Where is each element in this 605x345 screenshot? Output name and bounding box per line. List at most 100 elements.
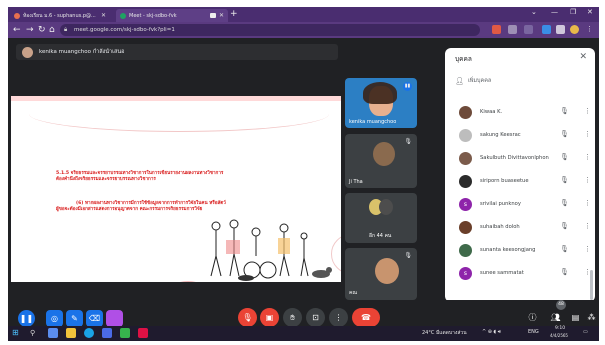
people-panel: บุคคล ✕ 👤︎ เพิ่มบุคคล Kiwaa K. 🎙︎ ⋮ saku… [445, 48, 595, 302]
tab-search-icon[interactable]: ⌄ [531, 8, 537, 16]
more-options-icon[interactable]: ⋮ [584, 222, 591, 230]
participant-hair [363, 82, 397, 104]
share-icon[interactable] [508, 25, 517, 34]
home-icon[interactable]: ⌂ [49, 24, 55, 36]
more-options-icon[interactable]: ⋮ [584, 176, 591, 184]
present-button[interactable]: ⊡ [306, 308, 325, 327]
browser-menu-icon[interactable]: ⋮ [586, 25, 595, 34]
tab-favicon-icon [14, 12, 20, 19]
presenter-avatar [22, 46, 33, 58]
profile-avatar[interactable] [570, 25, 579, 34]
task-view-icon[interactable] [48, 328, 58, 338]
slide-text-line: ผู้ขอจะต้องมีเอกสารแสดงการอนุญาตจาก คณะก… [56, 207, 203, 212]
pdf-app-icon[interactable] [138, 328, 148, 338]
more-options-icon[interactable]: ⋮ [584, 130, 591, 138]
more-options-icon[interactable]: ⋮ [584, 245, 591, 253]
end-call-button[interactable]: ☎︎ [352, 308, 380, 327]
search-icon[interactable]: ⚲ [30, 328, 40, 338]
presented-slide: 5.1.5 จริยธรรมและจรรยาบรรณทางวิชาการในกา… [11, 96, 341, 282]
camera-toggle-button[interactable]: ▣ [260, 308, 279, 327]
tray-icons[interactable]: ^ ⊕ ◖ 🔊︎ [482, 329, 501, 335]
participant-name: kenika muangchoo [349, 119, 397, 125]
participant-row[interactable]: sunanta keesongjang 🎙︎ ⋮ [445, 241, 595, 261]
edge-icon[interactable] [84, 328, 94, 338]
others-tile[interactable]: อีก 44 คน [345, 193, 417, 243]
pause-icon: ❚❚ [19, 314, 34, 323]
participant-avatar: s [459, 267, 472, 280]
more-options-button[interactable]: ⋮ [329, 308, 348, 327]
address-bar[interactable]: 🔒︎ meet.google.com/skj-sdbo-fvk?pli=1 [60, 24, 480, 36]
pen-color-swatch[interactable] [106, 310, 123, 327]
slide-text-line: ต้องคำนึงถึงจริยธรรมและจรรยาบรรณทางวิชาก… [56, 177, 156, 182]
presenter-bar: kenika muangchoo กำลังนำเสนอ [16, 44, 338, 60]
participant-avatar [379, 199, 393, 215]
participant-row[interactable]: sakung Keesrac 🎙︎ ⋮ [445, 126, 595, 146]
pause-annotation-button[interactable]: ❚❚ [18, 310, 35, 327]
people-icon: 👥︎ [550, 313, 561, 322]
meeting-info-button[interactable]: ⓘ [523, 308, 542, 327]
participant-row[interactable]: Sakulbuth Divittavonlphon 🎙︎ ⋮ [445, 149, 595, 169]
forward-icon[interactable]: → [26, 24, 34, 36]
annotation-eraser-button[interactable]: ⌫ [86, 310, 103, 327]
clock-date[interactable]: 4/4/2565 [550, 333, 568, 338]
tab-title: Meet - skj-sdbo-fvk [129, 12, 177, 19]
more-options-icon[interactable]: ⋮ [584, 153, 591, 161]
weather-widget[interactable]: 24°C มีแดดบางส่วน [422, 329, 467, 337]
participant-name: sakung Keesrac [480, 132, 521, 138]
mic-off-icon: 🎙︎ [560, 245, 569, 253]
annotation-pointer-button[interactable]: ◎ [46, 310, 63, 327]
add-people-button[interactable]: 👤︎ เพิ่มบุคคล [455, 77, 491, 85]
notifications-icon[interactable]: ▭ [583, 329, 588, 335]
start-windows-icon[interactable]: ⊞ [12, 328, 22, 338]
bookmark-star-icon[interactable] [524, 25, 533, 34]
minimize-icon[interactable]: — [551, 8, 558, 16]
tab-close-icon[interactable]: ✕ [219, 12, 224, 19]
participant-row[interactable]: siriporn buaseetue 🎙︎ ⋮ [445, 172, 595, 192]
mic-off-icon: 🎙︎ [404, 252, 412, 259]
browser-tab-meet[interactable]: Meet - skj-sdbo-fvk ✕ [116, 9, 228, 22]
panel-scrollbar[interactable] [590, 270, 593, 300]
participant-row[interactable]: Kiwaa K. 🎙︎ ⋮ [445, 103, 595, 123]
self-tile[interactable]: 🎙︎ คณ [345, 248, 417, 300]
participant-row[interactable]: suhaibah doloh 🎙︎ ⋮ [445, 218, 595, 238]
recording-indicator-icon [209, 13, 216, 18]
participant-name: suhaibah doloh [480, 224, 520, 230]
more-options-icon[interactable]: ⋮ [584, 199, 591, 207]
annotation-pen-button[interactable]: ✎ [66, 310, 83, 327]
maximize-icon[interactable]: ❐ [570, 8, 576, 16]
extension-icon[interactable] [492, 25, 501, 34]
participant-row[interactable]: s srivilai punknoy 🎙︎ ⋮ [445, 195, 595, 215]
participant-name: Kiwaa K. [480, 109, 503, 115]
new-tab-button[interactable]: + [230, 9, 238, 19]
participant-row[interactable]: s sunee sammatat 🎙︎ ⋮ [445, 264, 595, 284]
browser-tab-classroom[interactable]: ห้องเรียน ม.6 - suphanus.p@... ✕ [10, 9, 110, 22]
meet-favicon-icon [120, 12, 126, 19]
mic-off-icon: 🎙︎ [560, 268, 569, 276]
more-options-icon[interactable]: ⋮ [584, 107, 591, 115]
activities-button[interactable]: ⁂ [582, 308, 599, 327]
mic-toggle-button[interactable]: 🎙︎ [238, 308, 257, 327]
input-language[interactable]: ENG [528, 329, 539, 335]
participant-name: คณ [349, 290, 357, 296]
reload-icon[interactable]: ↻ [38, 24, 46, 36]
clock-time[interactable]: 9:10 [555, 326, 565, 331]
tab-close-icon[interactable]: ✕ [101, 12, 106, 19]
extensions-puzzle-icon[interactable] [556, 25, 565, 34]
back-icon[interactable]: ← [13, 24, 21, 36]
teams-icon[interactable] [102, 328, 112, 338]
hang-up-icon: ☎︎ [361, 313, 371, 322]
activities-icon: ⁂ [587, 313, 596, 322]
participant-tile[interactable]: 🎙︎ Ji Tha [345, 134, 417, 188]
raise-hand-button[interactable]: ✋︎ [283, 308, 302, 327]
close-panel-icon[interactable]: ✕ [579, 52, 587, 62]
participant-tile-presenter[interactable]: ▮▮ kenika muangchoo [345, 78, 417, 128]
extension-meet-icon[interactable] [542, 25, 551, 34]
close-window-icon[interactable]: ✕ [587, 8, 593, 16]
panel-title: บุคคล [455, 55, 472, 63]
file-explorer-icon[interactable] [66, 328, 76, 338]
line-app-icon[interactable] [120, 328, 130, 338]
participant-name: srivilai punknoy [480, 201, 521, 207]
others-count-label: อีก 44 คน [369, 233, 392, 239]
people-button[interactable]: 👥︎ [546, 308, 565, 327]
url-text: meet.google.com/skj-sdbo-fvk?pli=1 [74, 27, 175, 33]
